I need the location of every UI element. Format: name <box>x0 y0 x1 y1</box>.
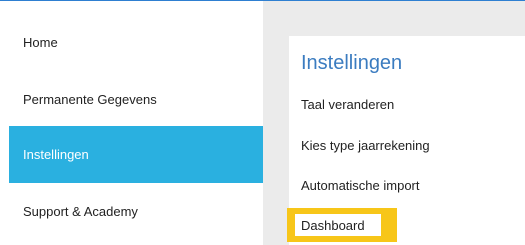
sidebar-item-permanente-gegevens[interactable]: Permanente Gegevens <box>9 71 263 127</box>
sidebar-item-instellingen[interactable]: Instellingen <box>9 126 263 183</box>
sidebar-item-support-academy[interactable]: Support & Academy <box>9 183 263 239</box>
sidebar: Home Permanente Gegevens Instellingen Su… <box>0 1 263 245</box>
link-automatische-import[interactable]: Automatische import <box>301 178 420 193</box>
page-title: Instellingen <box>301 52 403 74</box>
sidebar-item-label: Support & Academy <box>23 203 138 219</box>
sidebar-item-label: Permanente Gegevens <box>23 91 157 107</box>
link-dashboard[interactable]: Dashboard <box>295 214 381 236</box>
sidebar-item-label: Home <box>23 34 58 50</box>
sidebar-item-label: Instellingen <box>23 147 89 162</box>
link-taal-veranderen[interactable]: Taal veranderen <box>301 97 394 112</box>
sidebar-item-home[interactable]: Home <box>9 14 263 70</box>
link-kies-type-jaarrekening[interactable]: Kies type jaarrekening <box>301 138 430 153</box>
